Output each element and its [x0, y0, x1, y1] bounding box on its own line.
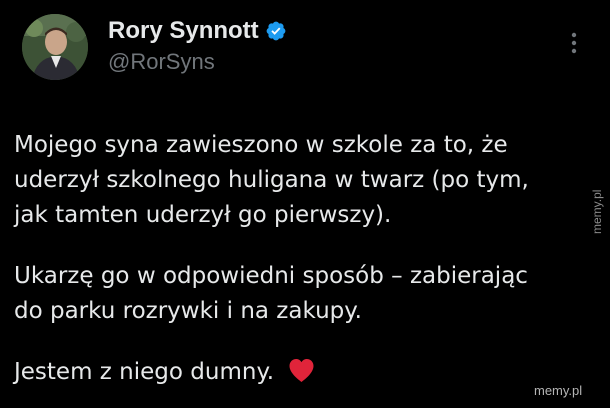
watermark-side: memy.pl: [589, 164, 605, 234]
verified-badge-icon: [265, 20, 287, 42]
more-options-button[interactable]: [566, 30, 582, 56]
tweet-paragraph-1: Mojego syna zawieszono w szkole za to, ż…: [14, 128, 584, 233]
text-line: uderzył szkolnego huligana w twarz (po t…: [14, 167, 529, 193]
watermark-side-text: memy.pl: [590, 189, 604, 234]
text-line: Jestem z niego dumny.: [14, 359, 275, 385]
tweet-paragraph-3: Jestem z niego dumny.: [14, 355, 584, 390]
author-display-name[interactable]: Rory Synnott: [108, 16, 259, 46]
tweet-card: Rory Synnott @RorSyns Mojego syna zawies…: [0, 0, 610, 408]
tweet-paragraph-2: Ukarzę go w odpowiedni sposób – zabieraj…: [14, 259, 584, 329]
text-line: Mojego syna zawieszono w szkole za to, ż…: [14, 132, 508, 158]
tweet-text: Mojego syna zawieszono w szkole za to, ż…: [14, 128, 584, 390]
text-line: Ukarzę go w odpowiedni sposób – zabieraj…: [14, 263, 528, 289]
more-options-icon: [571, 32, 577, 54]
avatar[interactable]: [22, 14, 88, 80]
text-line: do parku rozrywki i na zakupy.: [14, 298, 362, 324]
red-heart-icon: [288, 358, 315, 383]
watermark-corner: memy.pl: [534, 383, 583, 398]
author-name-row: Rory Synnott: [108, 16, 287, 46]
text-line: jak tamten uderzył go pierwszy).: [14, 202, 392, 228]
author-handle[interactable]: @RorSyns: [108, 48, 215, 76]
